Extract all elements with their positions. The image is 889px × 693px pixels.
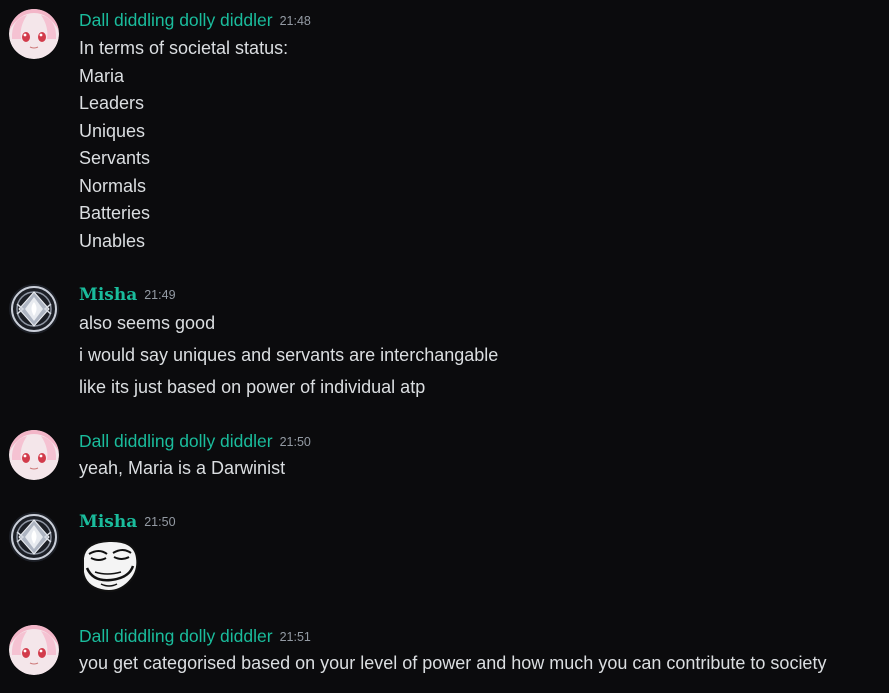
message-text: Uniques: [79, 121, 146, 141]
message-text: Leaders: [79, 93, 145, 113]
username[interactable]: Dall diddling dolly diddler: [79, 10, 273, 30]
message-text: also seems good: [79, 313, 216, 333]
message-text: you get categorised based on your level …: [79, 653, 827, 673]
user-avatar[interactable]: [9, 625, 59, 675]
user-avatar[interactable]: [9, 9, 59, 59]
username[interactable]: Dall diddling dolly diddler: [79, 626, 273, 646]
timestamp[interactable]: 21:50: [280, 435, 311, 449]
timestamp[interactable]: 21:50: [144, 515, 175, 529]
timestamp[interactable]: 21:51: [280, 630, 311, 644]
timestamp[interactable]: 21:49: [144, 288, 175, 302]
message-header: Dall diddling dolly diddler 21:51: [79, 626, 311, 648]
anime-girl-avatar-icon: [9, 430, 59, 480]
username[interactable]: Misha: [79, 512, 137, 532]
message-header: Misha 21:49: [79, 285, 176, 307]
crystal-emblem-avatar-icon: [9, 284, 59, 334]
username[interactable]: Misha: [79, 285, 137, 305]
message-text: yeah, Maria is a Darwinist: [79, 458, 286, 478]
message-text: Normals: [79, 176, 147, 196]
username[interactable]: Dall diddling dolly diddler: [79, 431, 273, 451]
anime-girl-avatar-icon: [9, 625, 59, 675]
timestamp[interactable]: 21:48: [280, 14, 311, 28]
user-avatar[interactable]: [9, 512, 59, 562]
message-text: In terms of societal status:: [79, 38, 289, 58]
anime-girl-avatar-icon: [9, 9, 59, 59]
crystal-emblem-avatar-icon: [9, 512, 59, 562]
message-text: Batteries: [79, 203, 151, 223]
message-text: Servants: [79, 148, 151, 168]
user-avatar[interactable]: [9, 284, 59, 334]
message-text: like its just based on power of individu…: [79, 377, 426, 397]
message-text: Unables: [79, 231, 146, 251]
message-header: Dall diddling dolly diddler 21:48: [79, 10, 311, 32]
message-text: Maria: [79, 66, 125, 86]
message-header: Dall diddling dolly diddler 21:50: [79, 431, 311, 453]
message-header: Misha 21:50: [79, 512, 176, 534]
message-group: Dall diddling dolly diddler 21:48 In term…: [0, 0, 889, 260]
troll-face-emoji-icon[interactable]: [79, 538, 141, 594]
user-avatar[interactable]: [9, 430, 59, 480]
message-text: i would say uniques and servants are int…: [79, 345, 499, 365]
